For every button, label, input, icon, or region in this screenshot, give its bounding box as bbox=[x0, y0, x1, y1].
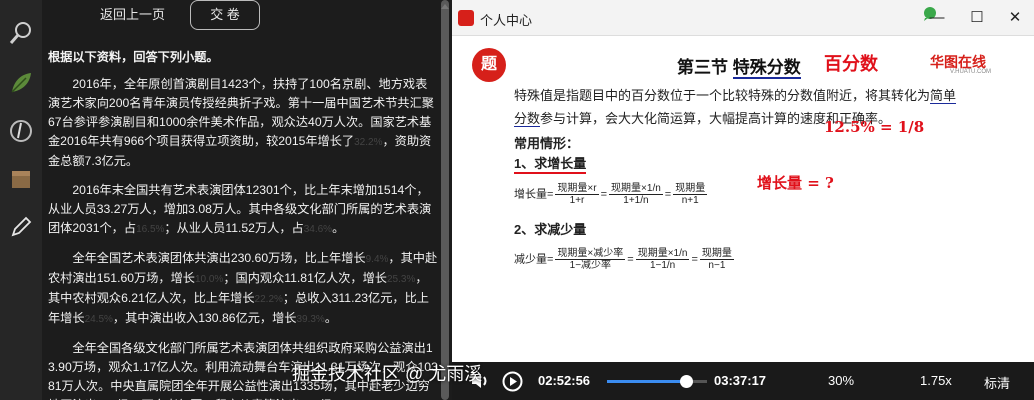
brand-url: V.HUATU.COM bbox=[950, 69, 992, 75]
f2-den-3: n−1 bbox=[708, 260, 726, 271]
p3-hidden-answer-4: 22.2% bbox=[254, 294, 283, 305]
p2-hidden-answer-1: 16.5% bbox=[136, 224, 165, 235]
f2-fraction-3: 现期量 n−1 bbox=[699, 248, 734, 271]
growth-formula: 增长量= 现期量×r 1+r = 现期量×1/n 1+1/n = 现期量 n+1 bbox=[514, 183, 709, 206]
volume-level[interactable]: 30% bbox=[828, 373, 854, 388]
scroll-up-icon[interactable] bbox=[441, 4, 449, 9]
decrease-formula: 减少量= 现期量×减少率 1−减少率 = 现期量×1/n 1−1/n = 现期量 n−1 bbox=[514, 248, 736, 271]
slide-title-prefix: 第三节 bbox=[677, 58, 733, 77]
case-1-heading: 1、求增长量 bbox=[514, 153, 587, 174]
leaf-icon[interactable] bbox=[8, 70, 34, 96]
p2-text-b: ；从业人员11.52万人，占 bbox=[164, 221, 304, 235]
handwritten-title-note: 百分数 bbox=[824, 54, 878, 75]
p2-hidden-answer-2: 34.6% bbox=[303, 224, 333, 235]
f1-den-1: 1+r bbox=[569, 195, 585, 206]
f1-label: 增长量= bbox=[514, 188, 554, 201]
f1-eq-1: = bbox=[600, 188, 608, 201]
passage-paragraph-3: 全年全国艺术表演团体共演出230.60万场，比上年增长9.4%，其中赴农村演出1… bbox=[48, 249, 438, 329]
passage-scrollbar[interactable] bbox=[438, 0, 452, 400]
progress-bar[interactable] bbox=[607, 375, 707, 388]
back-button[interactable]: 返回上一页 bbox=[100, 0, 165, 30]
video-window: 个人中心 — ☐ ✕ 题 第三节 特殊分数 百分数 华图在线 V.HUATU.C… bbox=[452, 0, 1034, 400]
para-text-a: 特殊值是指题目中的百分数位于一个比较特殊的分数值附近，将其转化为 bbox=[514, 88, 931, 103]
handwritten-equation: 12.5% = 1/8 bbox=[824, 118, 925, 136]
player-controls: 02:52:56 03:37:17 30% 1.75x 标清 bbox=[452, 362, 1034, 400]
quality-selector[interactable]: 标清 bbox=[984, 373, 1010, 392]
handwritten-growth-note: 增长量 = ? bbox=[757, 174, 834, 192]
f2-num-1: 现期量×减少率 bbox=[555, 248, 626, 260]
app-logo-icon bbox=[458, 10, 474, 26]
submit-button[interactable]: 交 卷 bbox=[190, 0, 260, 30]
slide-title: 第三节 特殊分数 bbox=[677, 53, 801, 79]
f1-num-1: 现期量×r bbox=[555, 183, 599, 195]
passage-paragraph-2: 2016年末全国共有艺术表演团体12301个，比上年末增加1514个，从业人员3… bbox=[48, 181, 438, 239]
f1-fraction-3: 现期量 n+1 bbox=[673, 183, 708, 206]
scroll-thumb[interactable] bbox=[441, 0, 449, 400]
lecture-slide: 题 第三节 特殊分数 百分数 华图在线 V.HUATU.COM 特殊值是指题目中… bbox=[452, 36, 1034, 362]
f2-den-1: 1−减少率 bbox=[569, 260, 612, 271]
passage-intro: 根据以下资料，回答下列小题。 bbox=[48, 50, 219, 64]
p3-hidden-answer-6: 39.3% bbox=[296, 314, 325, 325]
play-icon[interactable] bbox=[502, 371, 523, 392]
f1-den-2: 1+1/n bbox=[623, 195, 649, 206]
f2-fraction-1: 现期量×减少率 1−减少率 bbox=[555, 248, 626, 271]
f1-eq-2: = bbox=[664, 188, 672, 201]
common-cases-label: 常用情形： bbox=[514, 136, 580, 151]
passage-paragraph-1: 2016年，全年原创首演剧目1423个，扶持了100名京剧、地方戏表演艺术家向2… bbox=[48, 75, 438, 171]
f2-label: 减少量= bbox=[514, 253, 554, 266]
f2-eq-1: = bbox=[627, 253, 634, 266]
total-time: 03:37:17 bbox=[714, 373, 767, 388]
f2-den-2: 1−1/n bbox=[649, 260, 676, 271]
window-title: 个人中心 bbox=[480, 13, 533, 28]
f1-fraction-2: 现期量×1/n 1+1/n bbox=[609, 183, 663, 206]
pencil-icon[interactable] bbox=[8, 214, 34, 240]
p3-hidden-answer-5: 24.5% bbox=[84, 314, 113, 325]
f1-den-3: n+1 bbox=[681, 195, 699, 206]
f1-num-3: 现期量 bbox=[673, 183, 708, 195]
case-2-heading: 2、求减少量 bbox=[514, 222, 587, 237]
f2-eq-2: = bbox=[691, 253, 698, 266]
p2-text-c: 。 bbox=[332, 221, 345, 235]
p3-hidden-answer-2: 10.0% bbox=[194, 274, 224, 285]
p3-hidden-answer-1: 9.4% bbox=[365, 254, 389, 265]
seal-logo: 题 bbox=[472, 48, 506, 82]
window-titlebar: 个人中心 — ☐ ✕ bbox=[452, 0, 1034, 36]
close-button[interactable]: ✕ bbox=[1002, 6, 1028, 30]
left-sidebar bbox=[0, 0, 42, 400]
p3-text-a: 全年全国艺术表演团体共演出230.60万场，比上年增长 bbox=[72, 251, 366, 265]
p3-text-c: ；国内观众11.81亿人次，增长 bbox=[223, 271, 387, 285]
p3-text-g: 。 bbox=[324, 311, 337, 325]
reading-passage: 根据以下资料，回答下列小题。 2016年，全年原创首演剧目1423个，扶持了10… bbox=[48, 48, 438, 400]
top-bar: 返回上一页 交 卷 bbox=[42, 0, 452, 32]
search-icon[interactable] bbox=[8, 20, 34, 46]
minimize-button[interactable]: — bbox=[924, 6, 950, 30]
f2-num-3: 现期量 bbox=[699, 248, 734, 260]
p1-hidden-answer: 32.2% bbox=[354, 137, 383, 148]
f1-num-2: 现期量×1/n bbox=[609, 183, 663, 195]
current-time: 02:52:56 bbox=[538, 373, 591, 388]
maximize-button[interactable]: ☐ bbox=[964, 6, 990, 30]
box-icon[interactable] bbox=[8, 166, 34, 192]
progress-knob[interactable] bbox=[680, 375, 693, 388]
slide-title-highlight: 特殊分数 bbox=[732, 58, 801, 79]
f1-fraction-1: 现期量×r 1+r bbox=[555, 183, 599, 206]
p3-hidden-answer-3: 25.3% bbox=[386, 274, 416, 285]
compass-icon[interactable] bbox=[8, 118, 34, 144]
f2-fraction-2: 现期量×1/n 1−1/n bbox=[635, 248, 690, 271]
watermark: 掘金技术社区 @ 尤雨溪 bbox=[292, 364, 483, 384]
f2-num-2: 现期量×1/n bbox=[635, 248, 690, 260]
progress-fill bbox=[607, 380, 686, 383]
p3-text-f: ，其中演出收入130.86亿元，增长 bbox=[112, 311, 297, 325]
playback-speed[interactable]: 1.75x bbox=[920, 373, 952, 388]
